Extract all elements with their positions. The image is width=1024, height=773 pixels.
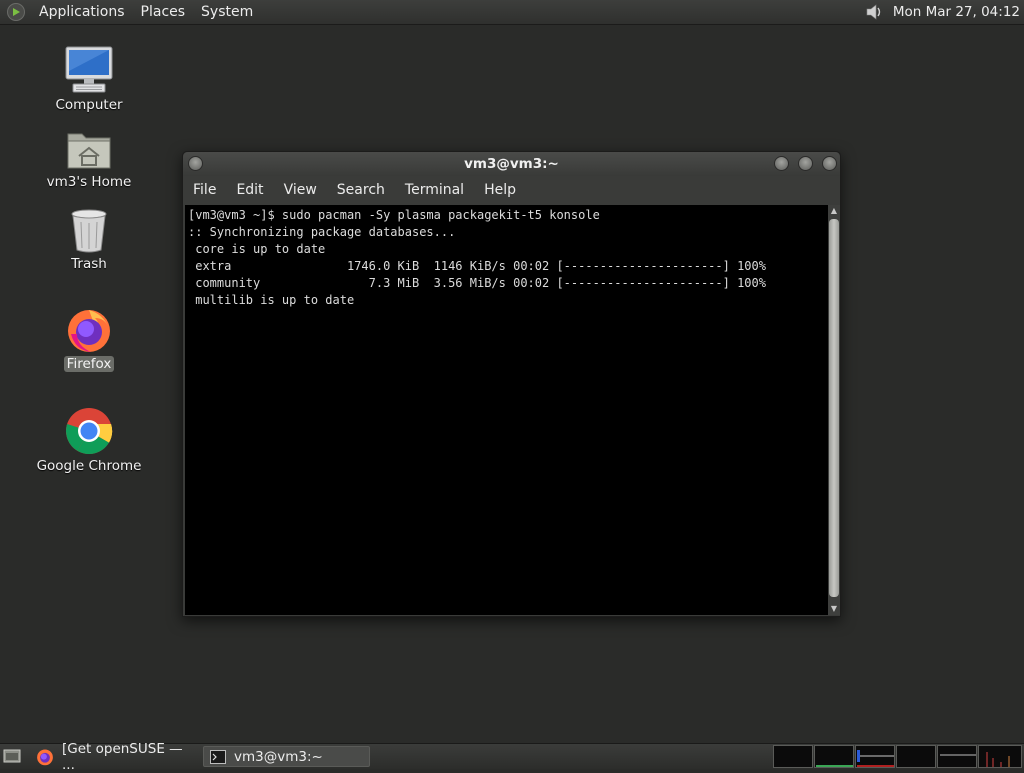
chrome-icon [66, 408, 113, 455]
terminal-window[interactable]: vm3@vm3:~ File Edit View Search Terminal… [182, 151, 841, 617]
system-monitor-cpu[interactable] [773, 745, 813, 768]
terminal-line: :: Synchronizing package databases... [188, 225, 456, 239]
system-monitor-swap[interactable] [896, 745, 936, 768]
top-panel: Applications Places System Mon Mar 27, 0… [0, 0, 1024, 25]
desktop-icon-label: Firefox [63, 356, 115, 372]
close-button[interactable] [822, 156, 837, 171]
terminal-line: core is up to date [188, 242, 326, 256]
desktop-icon-label: Computer [55, 97, 123, 113]
desktop-icon-trash[interactable]: Trash [34, 208, 144, 272]
desktop-icon-label: vm3's Home [46, 174, 132, 190]
terminal-line: community 7.3 MiB 3.56 MiB/s 00:02 [----… [188, 276, 766, 290]
firefox-icon [37, 749, 53, 765]
home-folder-icon [67, 133, 111, 169]
maximize-button[interactable] [798, 156, 813, 171]
desktop-icon-firefox[interactable]: Firefox [34, 306, 144, 372]
menu-edit[interactable]: Edit [226, 182, 273, 198]
terminal-icon [210, 749, 226, 764]
desktop-icon-chrome[interactable]: Google Chrome [34, 406, 144, 474]
system-monitor-disk[interactable] [978, 745, 1022, 768]
taskbar-item-terminal[interactable]: vm3@vm3:~ [203, 746, 370, 767]
scrollbar-thumb[interactable] [829, 219, 839, 597]
menu-view[interactable]: View [274, 182, 327, 198]
firefox-icon [68, 310, 110, 352]
computer-icon [65, 46, 113, 93]
minimize-button[interactable] [774, 156, 789, 171]
bottom-panel: [Get openSUSE — ... vm3@vm3:~ [0, 741, 1024, 773]
menu-search[interactable]: Search [327, 182, 395, 198]
window-title: vm3@vm3:~ [464, 156, 559, 172]
applications-menu[interactable]: Applications [31, 4, 133, 20]
window-titlebar[interactable]: vm3@vm3:~ [183, 152, 840, 176]
terminal-line: extra 1746.0 KiB 1146 KiB/s 00:02 [-----… [188, 259, 766, 273]
system-monitor-load[interactable] [937, 745, 977, 768]
volume-icon[interactable] [863, 1, 885, 23]
menu-file[interactable]: File [183, 182, 226, 198]
places-menu[interactable]: Places [133, 4, 194, 20]
menu-terminal[interactable]: Terminal [395, 182, 474, 198]
desktop-icon-computer[interactable]: Computer [34, 45, 144, 113]
trash-icon [71, 209, 107, 253]
menu-help[interactable]: Help [474, 182, 526, 198]
main-menu-icon[interactable] [7, 3, 25, 21]
desktop-icon-label: Google Chrome [36, 458, 142, 474]
clock[interactable]: Mon Mar 27, 04:12 [885, 4, 1024, 20]
system-menu[interactable]: System [193, 4, 261, 20]
taskbar-item-label: vm3@vm3:~ [234, 748, 323, 765]
scroll-up-icon[interactable]: ▲ [829, 206, 839, 216]
system-monitor-network[interactable] [855, 745, 895, 768]
desktop-icon-home[interactable]: vm3's Home [34, 128, 144, 190]
desktop-icon-label: Trash [71, 256, 107, 272]
scroll-down-icon[interactable]: ▼ [829, 604, 839, 614]
system-monitor-memory[interactable] [814, 745, 854, 768]
terminal-line: [vm3@vm3 ~]$ sudo pacman -Sy plasma pack… [188, 208, 600, 222]
terminal-line: multilib is up to date [188, 293, 355, 307]
terminal-scrollbar[interactable]: ▲ ▼ [828, 205, 840, 615]
show-desktop-icon[interactable] [3, 748, 21, 764]
terminal-output[interactable]: [vm3@vm3 ~]$ sudo pacman -Sy plasma pack… [185, 205, 828, 615]
taskbar-item-firefox[interactable]: [Get openSUSE — ... [30, 741, 198, 773]
terminal-menubar: File Edit View Search Terminal Help [183, 178, 840, 202]
